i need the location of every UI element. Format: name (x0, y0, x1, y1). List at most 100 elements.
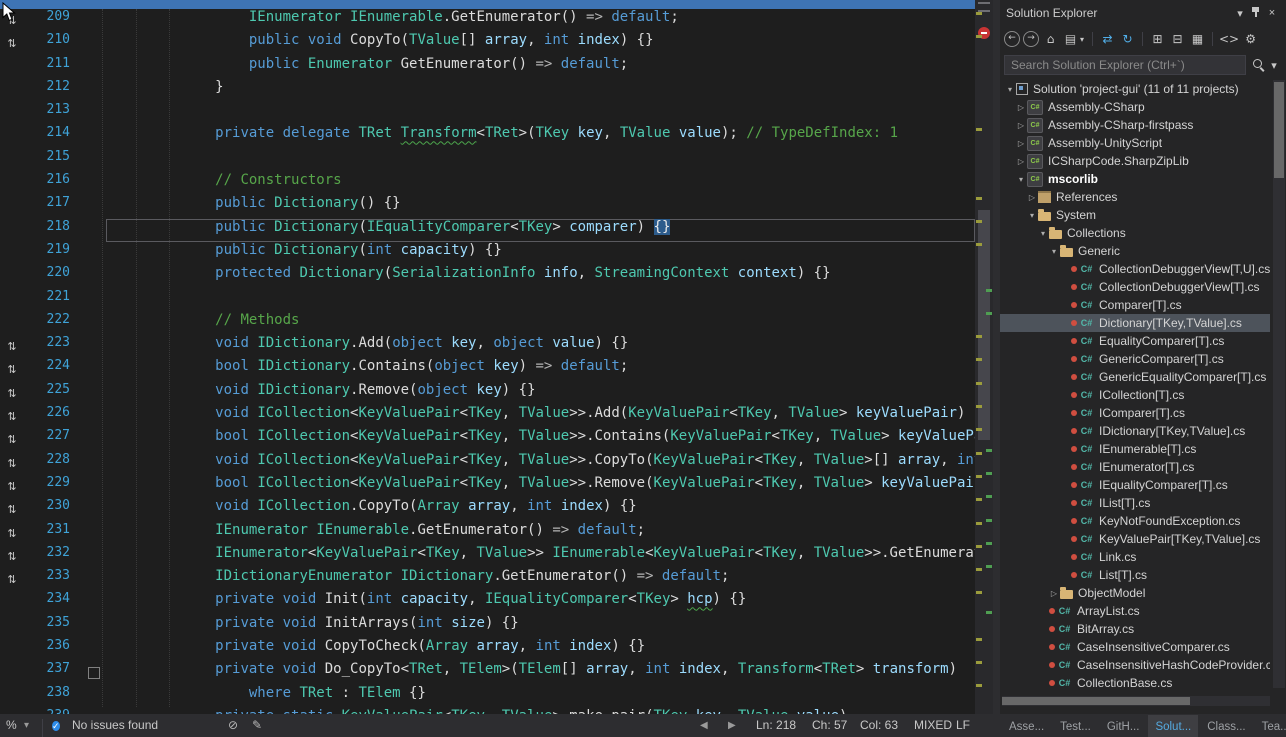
code-line-209[interactable]: ⇅209 IEnumerator IEnumerable.GetEnumerat… (0, 9, 975, 32)
tree-item-dictionary-tkey-tvalue-cs[interactable]: C#Dictionary[TKey,TValue].cs (1000, 314, 1270, 332)
reference-arrows-icon[interactable]: ⇅ (0, 498, 24, 521)
code-line-216[interactable]: 216 // Constructors (0, 172, 975, 195)
code-line-231[interactable]: ⇅231 IEnumerator IEnumerable.GetEnumerat… (0, 522, 975, 545)
expander-closed-icon[interactable]: ▷ (1015, 157, 1027, 166)
reference-arrows-icon[interactable]: ⇅ (0, 32, 24, 55)
code-line-229[interactable]: ⇅229 bool ICollection<KeyValuePair<TKey,… (0, 475, 975, 498)
tree-item-arraylist-cs[interactable]: C#ArrayList.cs (1000, 602, 1270, 620)
reference-arrows-icon[interactable]: ⇅ (0, 545, 24, 568)
reference-arrows-icon[interactable]: ⇅ (0, 522, 24, 545)
show-all-files-icon[interactable]: ▦ (1189, 31, 1206, 48)
code-editor[interactable]: ⇅209 IEnumerator IEnumerable.GetEnumerat… (0, 0, 993, 714)
collapse-all-icon[interactable]: ⊟ (1169, 31, 1186, 48)
reference-arrows-icon[interactable]: ⇅ (0, 475, 24, 498)
code-line-235[interactable]: 235 private void InitArrays(int size) {} (0, 615, 975, 638)
code-line-225[interactable]: ⇅225 void IDictionary.Remove(object key)… (0, 382, 975, 405)
code-line-236[interactable]: 236 private void CopyToCheck(Array array… (0, 638, 975, 661)
window-position-icon[interactable]: ▾ (1232, 7, 1248, 20)
tree-horizontal-scrollbar[interactable] (1002, 696, 1270, 706)
tree-item-ienumerator-t-cs[interactable]: C#IEnumerator[T].cs (1000, 458, 1270, 476)
code-line-218[interactable]: 218 public Dictionary(IEqualityComparer<… (0, 219, 975, 242)
expander-closed-icon[interactable]: ▷ (1015, 139, 1027, 148)
code-line-233[interactable]: ⇅233 IDictionaryEnumerator IDictionary.G… (0, 568, 975, 591)
code-line-219[interactable]: 219 public Dictionary(int capacity) {} (0, 242, 975, 265)
char-indicator[interactable]: Ch: 57 (812, 714, 847, 737)
scroll-left-button[interactable]: ◀ (700, 714, 708, 737)
code-line-220[interactable]: 220 protected Dictionary(SerializationIn… (0, 265, 975, 288)
tree-item-caseinsensitivecomparer-cs[interactable]: C#CaseInsensitiveComparer.cs (1000, 638, 1270, 656)
tree-item-assembly-unityscript[interactable]: ▷C#Assembly-UnityScript (1000, 134, 1270, 152)
code-line-211[interactable]: 211 public Enumerator GetEnumerator() =>… (0, 56, 975, 79)
search-icon[interactable] (1252, 58, 1266, 72)
code-line-227[interactable]: ⇅227 bool ICollection<KeyValuePair<TKey,… (0, 428, 975, 451)
tree-item-link-cs[interactable]: C#Link.cs (1000, 548, 1270, 566)
tree-item-list-t-cs[interactable]: C#List[T].cs (1000, 566, 1270, 584)
code-line-226[interactable]: ⇅226 void ICollection<KeyValuePair<TKey,… (0, 405, 975, 428)
tool-window-tab-class[interactable]: Class... (1200, 715, 1252, 737)
refresh-icon[interactable]: ↻ (1119, 31, 1136, 48)
code-line-234[interactable]: 234 private void Init(int capacity, IEqu… (0, 591, 975, 614)
switch-views-caret-icon[interactable]: ▾ (1078, 31, 1086, 48)
line-ending-mixed-indicator[interactable]: MIXED (914, 714, 952, 737)
expander-closed-icon[interactable]: ▷ (1048, 589, 1060, 598)
tool-window-tab-solut[interactable]: Solut... (1148, 715, 1198, 737)
tree-item-assembly-csharp[interactable]: ▷C#Assembly-CSharp (1000, 98, 1270, 116)
expander-closed-icon[interactable]: ▷ (1026, 193, 1038, 202)
code-lines[interactable]: ⇅209 IEnumerator IEnumerable.GetEnumerat… (0, 9, 975, 714)
scrollbar-thumb[interactable] (1002, 697, 1190, 705)
tool-window-tab-test[interactable]: Test... (1053, 715, 1098, 737)
eol-indicator[interactable]: LF (956, 714, 970, 737)
tree-item-collectiondebuggerview-t-cs[interactable]: C#CollectionDebuggerView[T].cs (1000, 278, 1270, 296)
tree-item-iequalitycomparer-t-cs[interactable]: C#IEqualityComparer[T].cs (1000, 476, 1270, 494)
tool-window-tab-asse[interactable]: Asse... (1002, 715, 1051, 737)
reference-arrows-icon[interactable]: ⇅ (0, 335, 24, 358)
tree-item-icollection-t-cs[interactable]: C#ICollection[T].cs (1000, 386, 1270, 404)
tree-item-generic[interactable]: ▾Generic (1000, 242, 1270, 260)
reference-arrows-icon[interactable]: ⇅ (0, 568, 24, 591)
code-line-214[interactable]: 214 private delegate TRet Transform<TRet… (0, 125, 975, 148)
editor-scrollbar[interactable] (975, 0, 993, 714)
tool-window-tab-tea[interactable]: Tea... (1255, 715, 1286, 737)
reference-arrows-icon[interactable]: ⇅ (0, 358, 24, 381)
code-line-228[interactable]: ⇅228 void ICollection<KeyValuePair<TKey,… (0, 452, 975, 475)
status-circle-icon[interactable]: ⊘ (228, 714, 238, 737)
tree-item-idictionary-tkey-tvalue-cs[interactable]: C#IDictionary[TKey,TValue].cs (1000, 422, 1270, 440)
code-line-232[interactable]: ⇅232 IEnumerator<KeyValuePair<TKey, TVal… (0, 545, 975, 568)
code-line-221[interactable]: 221 (0, 289, 975, 312)
code-line-210[interactable]: ⇅210 public void CopyTo(TValue[] array, … (0, 32, 975, 55)
tree-item-ilist-t-cs[interactable]: C#IList[T].cs (1000, 494, 1270, 512)
tree-item-keyvaluepair-tkey-tvalue-cs[interactable]: C#KeyValuePair[TKey,TValue].cs (1000, 530, 1270, 548)
tree-item-objectmodel[interactable]: ▷ObjectModel (1000, 584, 1270, 602)
split-grip-icon[interactable] (978, 2, 990, 12)
home-icon[interactable]: ⌂ (1042, 31, 1059, 48)
status-pencil-icon[interactable]: ✎ (252, 714, 262, 737)
code-line-230[interactable]: ⇅230 void ICollection.CopyTo(Array array… (0, 498, 975, 521)
reference-arrows-icon[interactable]: ⇅ (0, 452, 24, 475)
properties-icon[interactable]: ⚙ (1242, 31, 1259, 48)
code-line-217[interactable]: 217 public Dictionary() {} (0, 195, 975, 218)
expander-open-icon[interactable]: ▾ (1037, 229, 1049, 238)
tree-item-collectiondebuggerview-t-u-cs[interactable]: C#CollectionDebuggerView[T,U].cs (1000, 260, 1270, 278)
expander-open-icon[interactable]: ▾ (1015, 175, 1027, 184)
tree-item-keynotfoundexception-cs[interactable]: C#KeyNotFoundException.cs (1000, 512, 1270, 530)
tree-item-bitarray-cs[interactable]: C#BitArray.cs (1000, 620, 1270, 638)
expander-open-icon[interactable]: ▾ (1004, 85, 1016, 94)
tree-item-assembly-csharp-firstpass[interactable]: ▷C#Assembly-CSharp-firstpass (1000, 116, 1270, 134)
reference-arrows-icon[interactable]: ⇅ (0, 405, 24, 428)
switch-views-icon[interactable]: ▤ (1062, 31, 1079, 48)
fold-collapse-icon[interactable]: − (82, 661, 106, 684)
tree-vertical-scrollbar[interactable] (1273, 80, 1285, 688)
tree-item-caseinsensitivehashcodeprovider-cs[interactable]: C#CaseInsensitiveHashCodeProvider.cs (1000, 656, 1270, 674)
tree-item-references[interactable]: ▷References (1000, 188, 1270, 206)
tree-item-solution-project-gui-11-of-11-projects[interactable]: ▾Solution 'project-gui' (11 of 11 projec… (1000, 80, 1270, 98)
view-code-icon[interactable]: <> (1219, 31, 1239, 48)
search-options-caret-icon[interactable]: ▾ (1266, 59, 1282, 72)
tool-window-tab-gith[interactable]: GitH... (1100, 715, 1147, 737)
solution-tree[interactable]: ▾Solution 'project-gui' (11 of 11 projec… (1000, 80, 1270, 688)
tree-item-genericcomparer-t-cs[interactable]: C#GenericComparer[T].cs (1000, 350, 1270, 368)
tree-item-mscorlib[interactable]: ▾C#mscorlib (1000, 170, 1270, 188)
tree-item-comparer-t-cs[interactable]: C#Comparer[T].cs (1000, 296, 1270, 314)
nest-files-icon[interactable]: ⊞ (1149, 31, 1166, 48)
code-line-238[interactable]: 238 where TRet : TElem {} (0, 685, 975, 708)
column-indicator[interactable]: Col: 63 (860, 714, 898, 737)
